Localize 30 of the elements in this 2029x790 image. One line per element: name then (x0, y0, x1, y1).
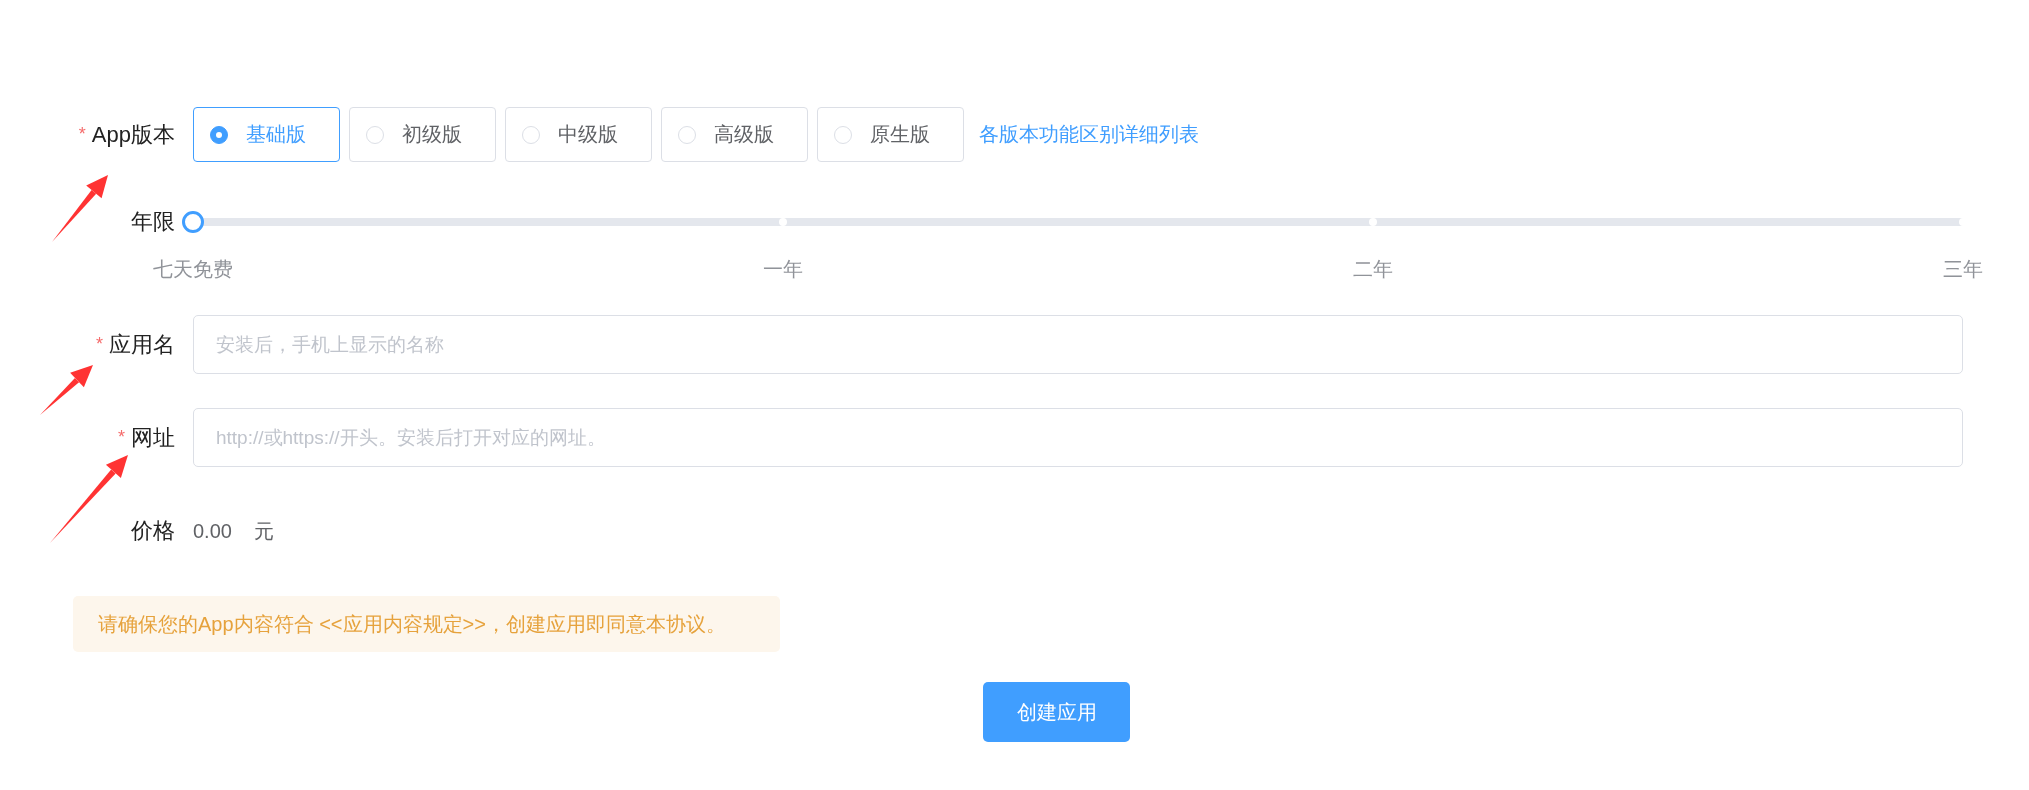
radio-icon (366, 125, 384, 144)
radio-icon (210, 125, 228, 144)
field-label: 年限 (131, 208, 175, 236)
version-radio[interactable]: 高级版 (661, 107, 808, 162)
slider-mark-label: 一年 (763, 257, 803, 282)
notice-banner: 请确保您的App内容符合 <<应用内容规定>>，创建应用即同意本协议。 (73, 596, 780, 652)
slider-mark-label: 七天免费 (153, 257, 233, 282)
radio-icon (522, 125, 540, 144)
field-label: 应用名 (109, 330, 175, 359)
field-label: 网址 (131, 423, 175, 452)
slider-stop (779, 218, 787, 226)
input-field[interactable]: 安装后，手机上显示的名称 (193, 315, 1963, 374)
field-label: App版本 (91, 120, 175, 149)
radio-icon (834, 125, 852, 144)
version-radio[interactable]: 中级版 (505, 107, 652, 162)
radio-icon (678, 125, 696, 144)
version-radio[interactable]: 原生版 (817, 107, 964, 162)
version-radio[interactable]: 初级版 (349, 107, 496, 162)
slider-stop (1369, 218, 1377, 226)
price-unit: 元 (253, 519, 274, 542)
required-mark: * (118, 427, 125, 448)
required-mark: * (96, 334, 103, 355)
slider-mark-label: 三年 (1943, 257, 1983, 282)
price-value: 0.00 (193, 519, 232, 542)
input-field[interactable]: http://或https://开头。安装后打开对应的网址。 (193, 408, 1963, 467)
slider-mark-label: 二年 (1353, 257, 1393, 282)
annotation-arrow (40, 365, 93, 415)
field-label: 价格 (131, 517, 175, 545)
required-mark: * (78, 124, 86, 145)
slider-handle[interactable] (182, 211, 204, 233)
